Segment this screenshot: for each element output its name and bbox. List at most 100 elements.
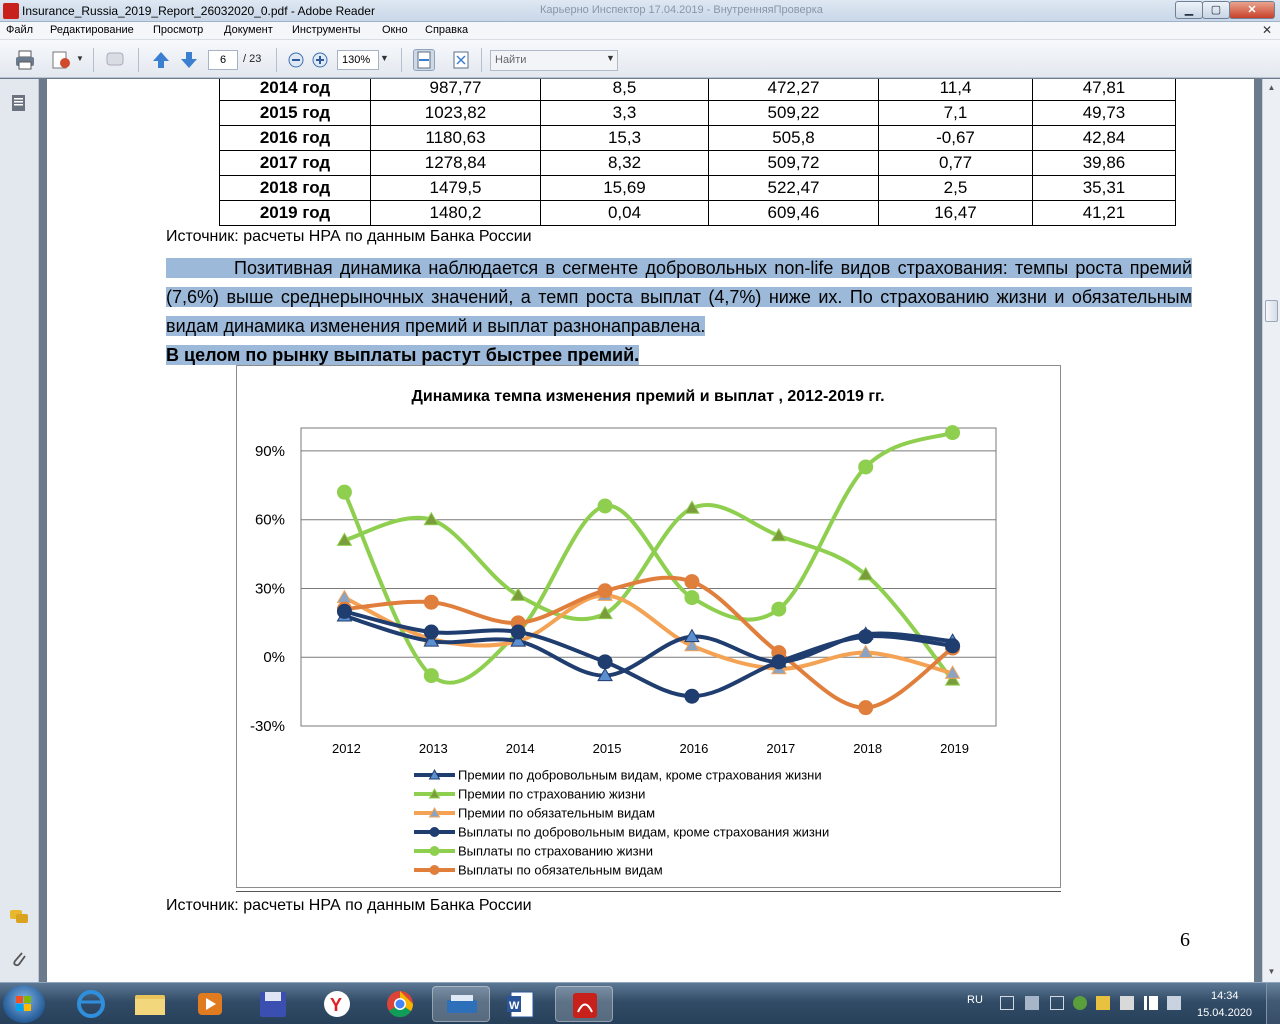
table-row: 2016 год 1180,63 15,3 505,8 -0,67 42,84: [219, 125, 1176, 151]
source-note-2: Источник: расчеты НРА по данным Банка Ро…: [166, 897, 532, 914]
clock-time[interactable]: 14:34: [1211, 990, 1239, 1002]
menu-help[interactable]: Справка: [425, 24, 468, 36]
word-icon[interactable]: W: [493, 986, 551, 1022]
internet-explorer-icon[interactable]: [62, 986, 120, 1022]
table-cell-c2: 3,3: [540, 100, 709, 126]
fit-width-icon[interactable]: [413, 49, 435, 71]
table-cell-c5: 35,31: [1032, 175, 1176, 201]
navigation-panel: [0, 79, 39, 982]
file-explorer-icon[interactable]: [121, 986, 179, 1022]
table-cell-c2: 8,32: [540, 150, 709, 176]
zoom-dropdown-icon[interactable]: ▼: [380, 53, 389, 63]
tray-app2-icon[interactable]: [1050, 996, 1064, 1010]
vertical-scrollbar[interactable]: ▲ ▼: [1262, 79, 1280, 982]
highlighted-paragraph[interactable]: Позитивная динамика наблюдается в сегмен…: [166, 254, 1192, 370]
page-total-label: / 23: [243, 53, 262, 65]
yandex-browser-icon[interactable]: Y: [308, 986, 366, 1022]
attachments-panel-icon[interactable]: [9, 949, 29, 969]
maximize-button[interactable]: ▢: [1202, 1, 1230, 19]
search-input[interactable]: Найти: [490, 50, 618, 71]
scroll-down-icon[interactable]: ▼: [1265, 965, 1278, 979]
tray-app3-icon[interactable]: [1073, 996, 1087, 1010]
document-area[interactable]: 2014 год 987,77 8,5 472,27 11,4 47,81 2015 год…: [39, 79, 1262, 982]
comment-icon[interactable]: [104, 49, 126, 71]
table-cell-c1: 1023,82: [370, 100, 541, 126]
table-cell-year: 2017 год: [219, 150, 371, 176]
menu-bar: Файл Редактирование Просмотр Документ Ин…: [0, 22, 1280, 40]
volume-icon[interactable]: [1167, 996, 1181, 1010]
table-cell-c2: 15,3: [540, 125, 709, 151]
table-cell-c3: 509,22: [708, 100, 879, 126]
x-tick-label: 2015: [593, 741, 622, 756]
data-point-marker: [597, 498, 613, 514]
adobe-reader-taskbar-icon[interactable]: [555, 986, 613, 1022]
paragraph-text: Позитивная динамика наблюдается в сегмен…: [166, 258, 1192, 336]
table-cell-c1: 1180,63: [370, 125, 541, 151]
table-cell-c4: 16,47: [878, 200, 1033, 226]
scanner-app-icon[interactable]: [432, 986, 490, 1022]
title-bar: Insurance_Russia_2019_Report_26032020_0.…: [0, 0, 1280, 22]
page-number: 6: [1180, 929, 1190, 951]
table-cell-c3: 609,46: [708, 200, 879, 226]
menu-edit[interactable]: Редактирование: [50, 24, 134, 36]
minimize-button[interactable]: ▁: [1175, 1, 1203, 19]
fit-page-icon[interactable]: [450, 49, 472, 71]
data-point-marker: [771, 654, 787, 670]
zoom-level-input[interactable]: 130%: [337, 50, 379, 70]
legend-label: Выплаты по обязательным видам: [458, 863, 663, 878]
table-row: 2019 год 1480,2 0,04 609,46 16,47 41,21: [219, 200, 1176, 226]
search-dropdown-icon[interactable]: ▼: [606, 53, 615, 63]
start-button[interactable]: [3, 985, 45, 1023]
scroll-thumb[interactable]: [1265, 300, 1278, 322]
share-icon[interactable]: [50, 49, 72, 71]
media-player-icon[interactable]: [181, 986, 239, 1022]
line-chart: Динамика темпа изменения премий и выплат…: [250, 388, 997, 878]
previous-page-icon[interactable]: [150, 49, 172, 71]
zoom-in-icon[interactable]: [309, 49, 331, 71]
action-center-icon[interactable]: [1096, 996, 1110, 1010]
close-button[interactable]: ✕: [1229, 1, 1275, 19]
table-cell-c2: 0,04: [540, 200, 709, 226]
clock-date[interactable]: 15.04.2020: [1197, 1007, 1252, 1019]
menu-tools[interactable]: Инструменты: [292, 24, 361, 36]
table-cell-c4: 7,1: [878, 100, 1033, 126]
scroll-up-icon[interactable]: ▲: [1265, 81, 1278, 95]
show-desktop-button[interactable]: [1266, 983, 1280, 1024]
tray-app-icon[interactable]: [1025, 996, 1039, 1010]
toolbar-separator: [401, 48, 402, 72]
data-table: 2014 год 987,77 8,5 472,27 11,4 47,81 2015 год…: [219, 79, 1176, 226]
x-tick-label: 2018: [853, 741, 882, 756]
table-cell-year: 2014 год: [219, 79, 371, 101]
comments-panel-icon[interactable]: [9, 907, 29, 927]
toolbar-separator: [93, 48, 94, 72]
menu-view[interactable]: Просмотр: [153, 24, 203, 36]
print-icon[interactable]: [14, 49, 36, 71]
next-page-icon[interactable]: [178, 49, 200, 71]
menu-window[interactable]: Окно: [382, 24, 408, 36]
background-window-title: Карьерно Инспектор 17.04.2019 - Внутренн…: [540, 4, 823, 16]
menu-file[interactable]: Файл: [6, 24, 33, 36]
keyboard-tray-icon[interactable]: [1000, 996, 1014, 1010]
table-cell-c2: 15,69: [540, 175, 709, 201]
table-cell-year: 2019 год: [219, 200, 371, 226]
network-disconnected-icon[interactable]: [1120, 996, 1134, 1010]
legend-marker: [429, 827, 440, 837]
table-cell-c2: 8,5: [540, 79, 709, 101]
table-cell-c3: 505,8: [708, 125, 879, 151]
y-tick-label: 60%: [255, 512, 285, 529]
page-number-input[interactable]: 6: [208, 50, 238, 70]
data-point-marker: [597, 583, 613, 599]
menu-document[interactable]: Документ: [224, 24, 273, 36]
pages-panel-icon[interactable]: [9, 93, 29, 113]
zoom-out-icon[interactable]: [285, 49, 307, 71]
share-dropdown-icon[interactable]: ▼: [76, 54, 84, 63]
table-row: 2014 год 987,77 8,5 472,27 11,4 47,81: [219, 79, 1176, 101]
save-app-icon[interactable]: [244, 986, 302, 1022]
svg-text:W: W: [509, 1000, 520, 1012]
table-row: 2018 год 1479,5 15,69 522,47 2,5 35,31: [219, 175, 1176, 201]
table-cell-c4: 2,5: [878, 175, 1033, 201]
language-indicator[interactable]: RU: [967, 994, 983, 1006]
chrome-icon[interactable]: [371, 986, 429, 1022]
signal-icon[interactable]: [1144, 996, 1158, 1010]
document-close-icon[interactable]: ✕: [1262, 23, 1272, 37]
